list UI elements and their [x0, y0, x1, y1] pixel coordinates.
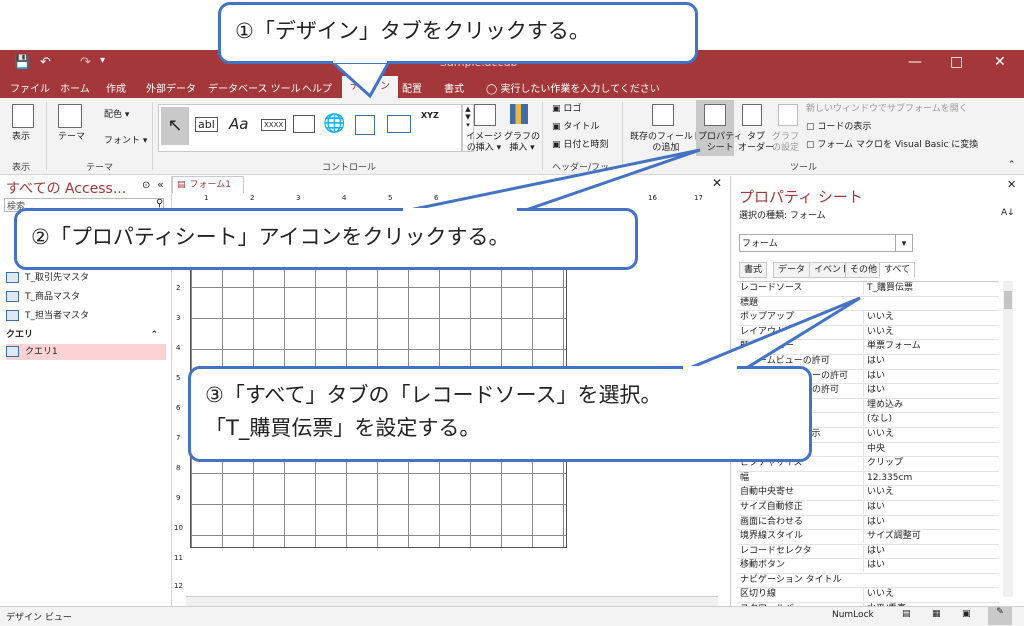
callout-step2: ②「プロパティシート」アイコンをクリックする。: [14, 208, 638, 270]
callout2-pointer: [399, 148, 701, 214]
callout1-pointer: [326, 58, 393, 99]
callout-step3-line1: ③「すべて」タブの「レコードソース」を選択。: [205, 383, 662, 407]
callout-step3-line2: 「T_購買伝票」を設定する。: [205, 416, 481, 440]
callout-step3: ③「すべて」タブの「レコードソース」を選択。 「T_購買伝票」を設定する。: [188, 366, 812, 462]
callout-step1: ①「デザイン」タブをクリックする。: [218, 2, 698, 64]
callout-arrows: [326, 58, 861, 374]
callout3-pointer: [679, 296, 861, 374]
